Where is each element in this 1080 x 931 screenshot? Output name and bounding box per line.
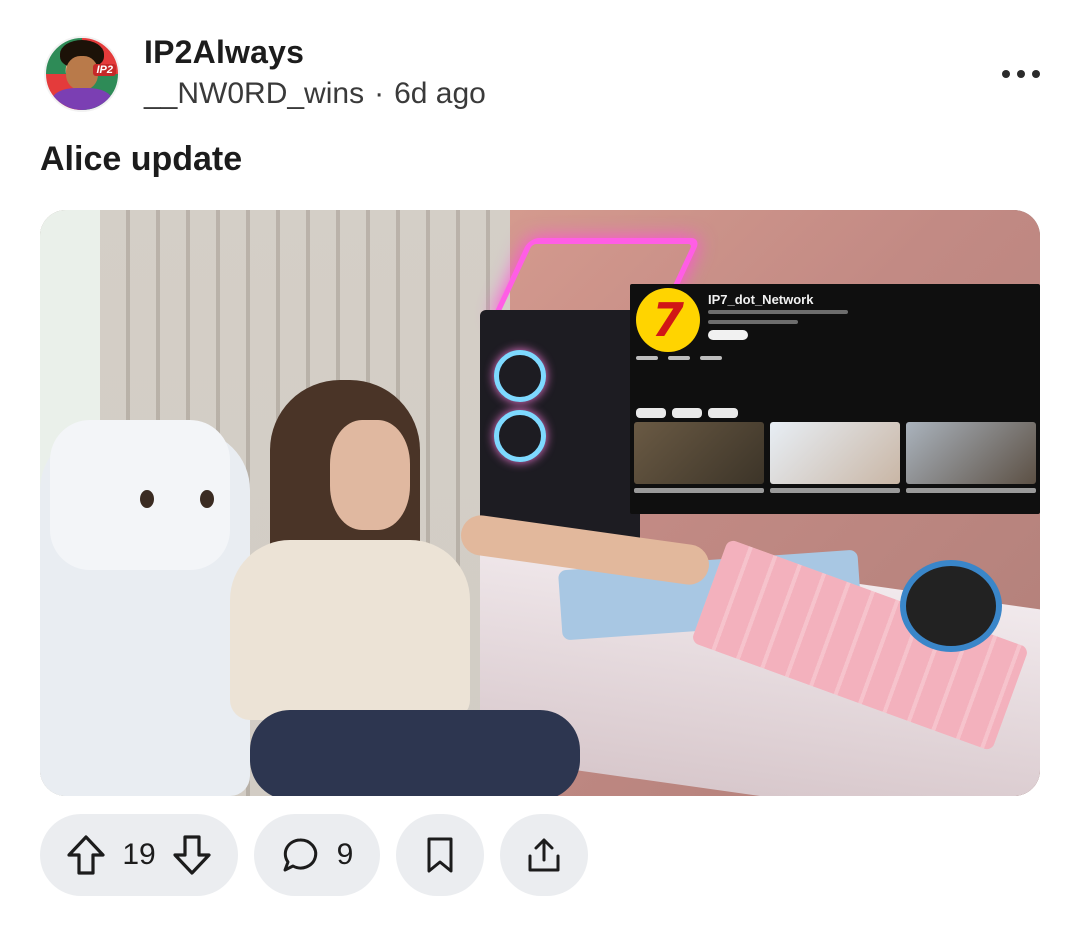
- plush-eye: [200, 490, 214, 508]
- comment-icon: [281, 836, 319, 874]
- post-age: 6d ago: [394, 77, 486, 110]
- post-actions: 19 9: [40, 814, 588, 896]
- channel-logo-number: 7: [651, 293, 684, 347]
- meta-separator: ·: [374, 77, 385, 110]
- share-button[interactable]: [500, 814, 588, 896]
- video-thumbnails: [634, 422, 1036, 484]
- downvote-icon[interactable]: [172, 834, 212, 876]
- channel-tabs: [636, 356, 722, 360]
- video-thumbnail: [770, 422, 900, 484]
- star-plush-pillow: [50, 420, 230, 570]
- video-caption: [770, 488, 900, 493]
- tab: [700, 356, 722, 360]
- score-count: 19: [122, 838, 156, 871]
- chip: [708, 408, 738, 418]
- video-captions: [634, 488, 1036, 493]
- plush-eye: [140, 490, 154, 508]
- sort-chips: [636, 408, 738, 418]
- more-options-button[interactable]: [1002, 62, 1040, 86]
- video-caption: [634, 488, 764, 493]
- headphones: [900, 560, 1002, 652]
- author-name[interactable]: __NW0RD_wins: [144, 77, 364, 110]
- channel-stats: [708, 310, 848, 314]
- comment-count: 9: [336, 838, 354, 871]
- chip: [636, 408, 666, 418]
- more-icon: [1032, 70, 1040, 78]
- more-icon: [1017, 70, 1025, 78]
- person-top: [230, 540, 470, 720]
- subscribe-button: [708, 330, 748, 340]
- video-thumbnail: [906, 422, 1036, 484]
- channel-description: [708, 320, 798, 324]
- tab: [636, 356, 658, 360]
- comments-button[interactable]: 9: [254, 814, 380, 896]
- more-icon: [1002, 70, 1010, 78]
- post-title[interactable]: Alice update: [40, 140, 242, 179]
- pc-fan: [494, 410, 546, 462]
- channel-name: IP7_dot_Network: [708, 292, 814, 307]
- save-button[interactable]: [396, 814, 484, 896]
- pc-fan: [494, 350, 546, 402]
- channel-logo: 7: [636, 288, 700, 352]
- post-meta: __NW0RD_wins · 6d ago: [144, 77, 486, 111]
- bookmark-icon: [425, 836, 455, 874]
- share-icon: [526, 836, 562, 874]
- post-header: IP2 IP2Always __NW0RD_wins · 6d ago: [40, 32, 1040, 122]
- channel-screenshot-overlay: 7 IP7_dot_Network: [630, 284, 1040, 514]
- seated-person: [230, 380, 580, 796]
- upvote-icon[interactable]: [66, 834, 106, 876]
- avatar-shirt: [52, 88, 112, 110]
- chip: [672, 408, 702, 418]
- video-caption: [906, 488, 1036, 493]
- avatar-badge: IP2: [93, 64, 116, 76]
- community-avatar[interactable]: IP2: [44, 36, 120, 112]
- vote-bar: 19: [40, 814, 238, 896]
- post-image[interactable]: 7 IP7_dot_Network: [40, 210, 1040, 796]
- person-jeans: [250, 710, 580, 796]
- tab: [668, 356, 690, 360]
- person-face: [330, 420, 410, 530]
- community-name[interactable]: IP2Always: [144, 34, 304, 71]
- video-thumbnail: [634, 422, 764, 484]
